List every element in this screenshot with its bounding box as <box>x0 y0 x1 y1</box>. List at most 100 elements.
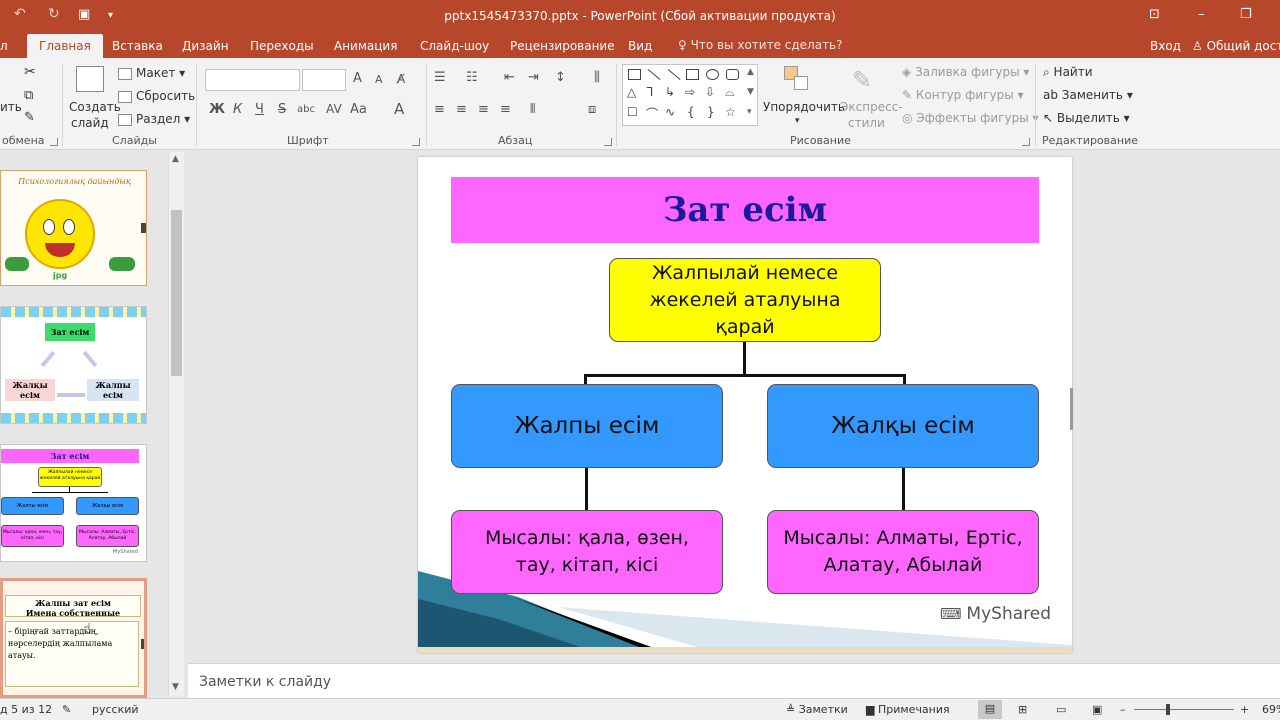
rounded-rect-shape-icon[interactable] <box>726 69 739 80</box>
shadow-button[interactable]: abc <box>297 104 315 115</box>
font-color-icon[interactable]: A <box>394 100 404 118</box>
drawing-dialog-launcher[interactable] <box>1022 138 1030 146</box>
underline-button[interactable]: Ч <box>255 102 264 117</box>
italic-button[interactable]: К <box>233 102 242 117</box>
line-shape-icon[interactable] <box>647 69 661 81</box>
tab-slideshow[interactable]: Слайд-шоу <box>420 39 489 53</box>
zoom-in-icon[interactable]: + <box>1240 703 1249 716</box>
tell-me-box[interactable]: ♀ Что вы хотите сделать? <box>678 38 843 52</box>
arrange-dropdown-icon[interactable]: ▾ <box>795 116 800 126</box>
scrollbar-thumb[interactable] <box>171 210 182 376</box>
language-indicator[interactable]: русский <box>92 703 139 716</box>
align-center-icon[interactable]: ≡ <box>456 102 467 117</box>
replace-button[interactable]: ab Заменить ▾ <box>1043 88 1133 102</box>
proper-noun-example-box[interactable]: Мысалы: Алматы, Ертіс, Алатау, Абылай <box>767 510 1039 594</box>
callout-shape-icon[interactable]: ⌓ <box>725 85 735 100</box>
oval-shape-icon[interactable] <box>706 69 719 80</box>
star-shape-icon[interactable]: ☆ <box>725 105 736 119</box>
gallery-more-icon[interactable]: ▾ <box>747 107 752 117</box>
layout-button[interactable]: Макет ▾ <box>118 66 185 80</box>
quick-styles-label-1[interactable]: Экспресс- <box>840 100 903 114</box>
curve-shape-icon[interactable]: ∿ <box>665 105 675 119</box>
bold-button[interactable]: Ж <box>209 102 225 117</box>
shape-fill-button[interactable]: ◈ Заливка фигуры ▾ <box>902 65 1029 79</box>
slide-thumbnail-1[interactable]: Психологиялық дайындық jpg <box>0 170 147 286</box>
numbering-icon[interactable]: ☷ <box>466 70 478 85</box>
tab-transitions[interactable]: Переходы <box>250 39 314 53</box>
freeform-shape-icon[interactable]: ☐ <box>627 105 638 119</box>
paragraph-dialog-launcher[interactable] <box>604 138 612 146</box>
scroll-up-icon[interactable]: ▲ <box>172 154 179 164</box>
tab-animations[interactable]: Анимация <box>334 39 397 53</box>
arrange-icon[interactable] <box>784 66 810 92</box>
font-family-select[interactable] <box>205 69 300 91</box>
zoom-slider-track[interactable] <box>1134 709 1234 710</box>
brace-left-shape-icon[interactable]: { <box>687 105 695 119</box>
shape-outline-button[interactable]: ✎ Контур фигуры ▾ <box>902 88 1024 102</box>
tab-insert[interactable]: Вставка <box>112 39 163 53</box>
category-box[interactable]: Жалпылай немесе жекелей аталуына қарай <box>609 258 881 342</box>
increase-indent-icon[interactable]: ⇥ <box>528 70 539 85</box>
slideshow-view-icon[interactable]: ▣ <box>1092 703 1102 716</box>
tab-home[interactable]: Главная <box>27 34 103 58</box>
new-slide-label-1[interactable]: Создать <box>69 100 121 114</box>
tab-view[interactable]: Вид <box>628 39 652 53</box>
font-dialog-launcher[interactable] <box>412 138 420 146</box>
notes-toggle-button[interactable]: ≜ Заметки <box>786 703 848 716</box>
rectangle-shape-icon[interactable] <box>686 69 699 80</box>
slide-sorter-icon[interactable]: ⊞ <box>1018 703 1027 716</box>
comments-toggle-button[interactable]: ▆ Примечания <box>866 703 950 716</box>
tab-file[interactable]: л <box>0 39 8 53</box>
paste-button[interactable]: ить <box>0 100 22 114</box>
clear-format-icon[interactable]: A̸ <box>397 72 405 86</box>
justify-icon[interactable]: ≡ <box>500 102 511 117</box>
change-case-button[interactable]: Aa <box>350 102 367 117</box>
slide-resize-handle[interactable] <box>1070 388 1073 430</box>
slide-thumbnail-3[interactable]: Зат есім Жалпылай немесе жекелей аталуын… <box>0 444 147 562</box>
thumbnails-scrollbar[interactable]: ▲ ▼ <box>168 152 184 696</box>
find-button[interactable]: ⌕ Найти <box>1043 65 1093 80</box>
reading-view-icon[interactable]: ▭ <box>1056 703 1066 716</box>
tab-review[interactable]: Рецензирование <box>510 39 615 53</box>
new-slide-icon[interactable] <box>76 66 104 92</box>
gallery-scroll-down-icon[interactable]: ▼ <box>747 87 754 97</box>
curved-connector-icon[interactable]: ↳ <box>665 85 675 99</box>
font-size-select[interactable] <box>302 69 346 91</box>
elbow-connector-icon[interactable]: ᒣ <box>646 85 653 99</box>
right-arrow-shape-icon[interactable]: ⇨ <box>685 85 695 99</box>
common-noun-box[interactable]: Жалпы есім <box>451 384 723 468</box>
zoom-out-icon[interactable]: – <box>1120 703 1126 716</box>
reset-button[interactable]: Сбросить <box>118 89 195 103</box>
arc-shape-icon[interactable]: ⌒ <box>646 105 658 122</box>
clipboard-dialog-launcher[interactable] <box>50 138 58 146</box>
char-spacing-icon[interactable]: AV <box>326 102 342 116</box>
smartart-icon[interactable]: ⧈ <box>588 102 596 117</box>
zoom-slider-thumb[interactable] <box>1166 704 1170 715</box>
quick-styles-label-2[interactable]: стили <box>848 116 885 130</box>
spellcheck-icon[interactable]: ✎ <box>62 703 71 716</box>
slide-thumbnail-4-selected[interactable]: Жалпы зат есім Имена собственные – бірің… <box>0 578 147 698</box>
tab-design[interactable]: Дизайн <box>182 39 229 53</box>
restore-icon[interactable]: ❐ <box>1240 7 1252 22</box>
grow-font-button[interactable]: A <box>353 71 362 86</box>
normal-view-icon[interactable]: ▤ <box>978 700 1002 719</box>
new-slide-label-2[interactable]: слайд <box>71 116 109 130</box>
brace-right-shape-icon[interactable]: } <box>707 105 715 119</box>
slide-title[interactable]: Зат есім <box>451 177 1039 243</box>
proper-noun-box[interactable]: Жалқы есім <box>767 384 1039 468</box>
notes-placeholder[interactable]: Заметки к слайду <box>199 674 331 690</box>
text-direction-icon[interactable]: ⫼ <box>594 70 600 85</box>
slide-thumbnail-2[interactable]: Зат есім Жалқы есім Жалпы есім <box>0 306 147 424</box>
notes-pane[interactable]: Заметки к слайду <box>188 663 1280 698</box>
bullets-icon[interactable]: ☰ <box>434 70 446 85</box>
copy-icon[interactable]: ⧉ <box>24 88 33 103</box>
section-button[interactable]: Раздел ▾ <box>118 112 190 126</box>
ribbon-display-options-icon[interactable]: ⊡ <box>1149 7 1160 22</box>
quick-styles-icon[interactable]: ✎ <box>852 66 872 94</box>
scroll-down-icon[interactable]: ▼ <box>172 682 179 692</box>
down-arrow-shape-icon[interactable]: ⇩ <box>705 85 715 99</box>
gallery-scroll-up-icon[interactable]: ▲ <box>747 67 754 77</box>
columns-icon[interactable]: ⫴ <box>530 102 535 117</box>
minimize-icon[interactable]: – <box>1198 7 1205 22</box>
arrow-shape-icon[interactable] <box>667 69 681 81</box>
